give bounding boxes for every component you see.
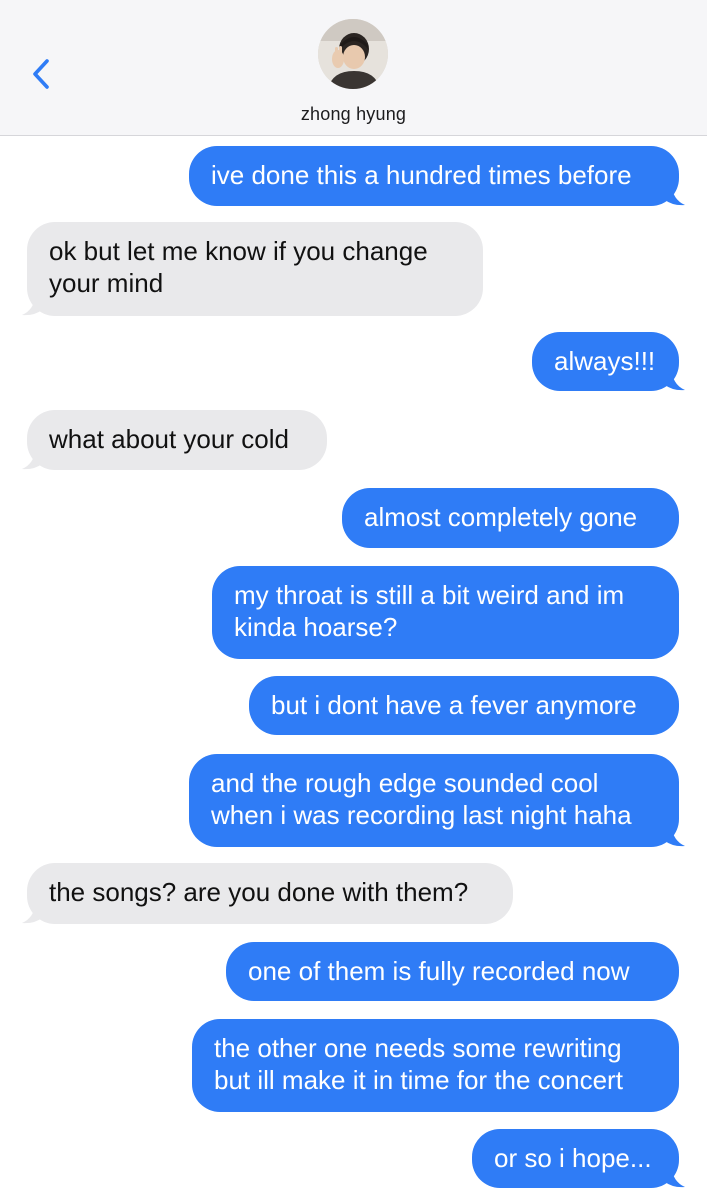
received-message-bubble[interactable]: what about your cold <box>27 410 327 470</box>
sent-message-bubble[interactable]: one of them is fully recorded now <box>226 942 679 1001</box>
sent-message-bubble[interactable]: almost completely gone <box>342 488 679 548</box>
avatar-photo <box>318 19 388 89</box>
sent-message-bubble[interactable]: but i dont have a fever anymore <box>249 676 679 735</box>
contact-name[interactable]: zhong hyung <box>0 104 707 125</box>
sent-message-bubble[interactable]: ive done this a hundred times before <box>189 146 679 206</box>
sent-message-bubble[interactable]: the other one needs some rewriting but i… <box>192 1019 679 1112</box>
conversation-header: zhong hyung <box>0 0 707 136</box>
received-message-bubble[interactable]: the songs? are you done with them? <box>27 863 513 924</box>
message-thread: ive done this a hundred times before ok … <box>0 136 707 1200</box>
sent-message-bubble[interactable]: my throat is still a bit weird and im ki… <box>212 566 679 659</box>
contact-avatar[interactable] <box>318 19 388 89</box>
back-button[interactable] <box>26 54 56 94</box>
sent-message-bubble[interactable]: and the rough edge sounded cool when i w… <box>189 754 679 847</box>
received-message-bubble[interactable]: ok but let me know if you change your mi… <box>27 222 483 316</box>
sent-message-bubble[interactable]: or so i hope... <box>472 1129 679 1188</box>
chevron-left-icon <box>33 59 49 89</box>
sent-message-bubble[interactable]: always!!! <box>532 332 679 391</box>
